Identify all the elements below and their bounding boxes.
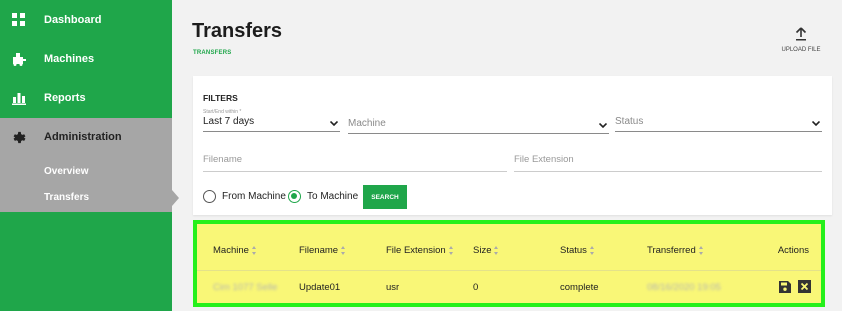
machine-placeholder: Machine (348, 118, 386, 129)
column-label: Actions (777, 245, 809, 256)
chevron-down-icon (812, 121, 820, 126)
cell-filename: Update01 (299, 282, 341, 293)
radio-from-label: From Machine (222, 191, 286, 202)
cell-transferred: 08/16/2020 19:05 (647, 282, 721, 293)
radio-to-label: To Machine (307, 191, 359, 202)
radio-button[interactable] (203, 190, 216, 203)
status-select[interactable]: Status (615, 114, 822, 132)
upload-file-button[interactable]: UPLOAD FILE (771, 27, 831, 53)
search-button[interactable]: SEARCH (363, 185, 407, 209)
column-label: Transferred (647, 245, 696, 256)
radio-to-machine[interactable]: To Machine (288, 190, 358, 203)
sidebar-item-administration[interactable]: Administration (0, 118, 172, 156)
filters-card: FILTERS Start/End within * Last 7 days M… (193, 76, 832, 215)
bar-chart-icon (11, 90, 27, 106)
sort-icon (341, 246, 346, 255)
upload-icon (795, 27, 807, 41)
column-label: Filename (299, 245, 339, 256)
column-header-status[interactable]: Status (560, 245, 595, 256)
machine-select[interactable]: Machine (348, 116, 609, 134)
column-header-machine[interactable]: Machine (213, 245, 257, 256)
sidebar-item-label: Reports (44, 92, 86, 104)
cell-machine: Cim 1077 Selle (213, 282, 278, 293)
filename-field[interactable]: Filename (203, 152, 507, 172)
transfers-table: Machine Filename File Extension Size Sta… (193, 220, 825, 307)
grid-icon (11, 12, 27, 28)
file-extension-field[interactable]: File Extension (514, 152, 822, 172)
sort-icon (494, 246, 499, 255)
page-title: Transfers (192, 20, 283, 42)
save-icon[interactable] (778, 280, 791, 293)
admin-section: Administration Overview Transfers (0, 118, 172, 212)
sidebar: Dashboard Machines Reports Administratio… (0, 0, 172, 311)
delete-icon[interactable] (798, 280, 811, 293)
column-header-transferred[interactable]: Transferred (647, 245, 704, 256)
breadcrumb[interactable]: TRANSFERS (193, 50, 231, 56)
column-header-filename[interactable]: Filename (299, 245, 346, 256)
filename-placeholder: Filename (203, 154, 243, 165)
status-placeholder: Status (615, 116, 644, 127)
upload-file-label: UPLOAD FILE (781, 47, 821, 53)
radio-button-selected[interactable] (288, 190, 301, 203)
column-label: Size (473, 245, 492, 256)
filters-title: FILTERS (203, 93, 238, 103)
sidebar-subitem-overview[interactable]: Overview (44, 166, 88, 177)
column-label: Machine (213, 245, 249, 256)
gear-icon (11, 129, 27, 145)
column-label: File Extension (386, 245, 446, 256)
machine-icon (11, 51, 27, 67)
column-header-actions: Actions (778, 245, 809, 256)
sidebar-item-reports[interactable]: Reports (0, 79, 172, 117)
column-header-file-extension[interactable]: File Extension (386, 245, 454, 256)
cell-size: 0 (473, 282, 479, 293)
column-header-size[interactable]: Size (473, 245, 499, 256)
sort-icon (448, 246, 454, 255)
sidebar-subitem-transfers[interactable]: Transfers (44, 192, 89, 203)
active-indicator (172, 190, 179, 206)
sort-icon (589, 246, 595, 255)
sort-icon (251, 246, 257, 255)
radio-from-machine[interactable]: From Machine (203, 190, 286, 203)
sidebar-item-label: Machines (44, 53, 95, 65)
sidebar-item-label: Dashboard (44, 14, 102, 26)
period-value: Last 7 days (203, 116, 255, 127)
row-divider (197, 270, 821, 271)
cell-status: complete (560, 282, 599, 293)
sort-icon (698, 246, 704, 255)
file-extension-placeholder: File Extension (514, 154, 574, 165)
sidebar-item-label: Administration (44, 131, 122, 143)
chevron-down-icon (599, 123, 607, 128)
cell-file-extension: usr (386, 282, 400, 293)
period-select[interactable]: Last 7 days (203, 114, 340, 132)
row-actions (778, 280, 811, 293)
sidebar-item-dashboard[interactable]: Dashboard (0, 1, 172, 39)
column-label: Status (560, 245, 587, 256)
sidebar-item-machines[interactable]: Machines (0, 40, 172, 78)
chevron-down-icon (330, 121, 338, 126)
